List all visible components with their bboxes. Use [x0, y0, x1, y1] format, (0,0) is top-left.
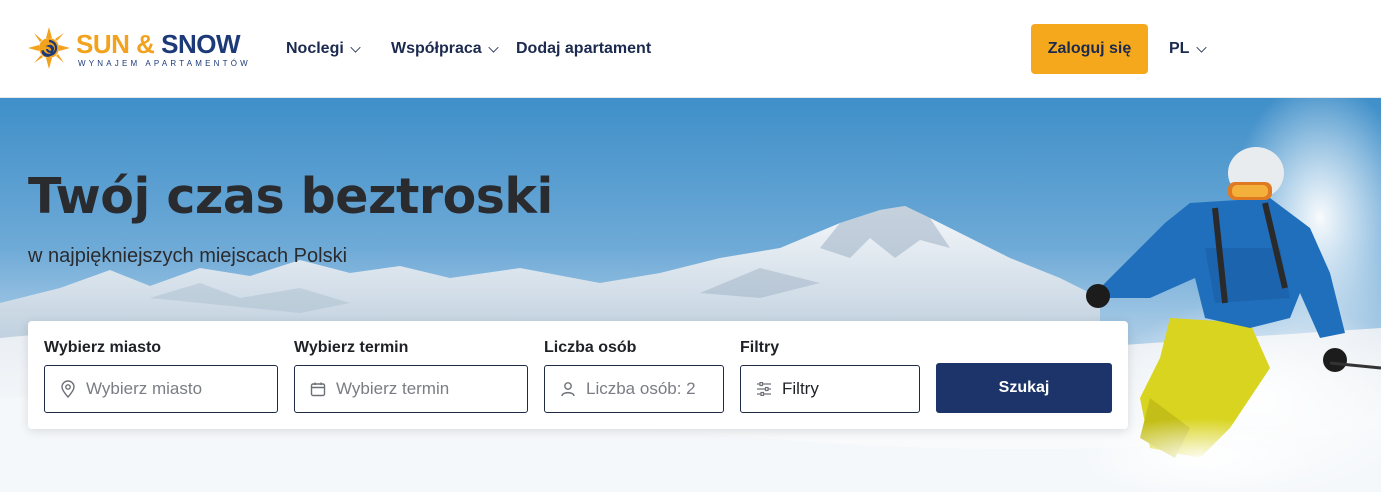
- city-input[interactable]: [86, 379, 256, 399]
- search-button[interactable]: Szukaj: [936, 363, 1112, 413]
- logo-tagline: WYNAJEM APARTAMENTÓW: [78, 59, 251, 68]
- chevron-down-icon: [488, 42, 499, 53]
- hero-banner: Twój czas beztroski w najpiękniejszych m…: [0, 98, 1381, 492]
- hero-title: Twój czas beztroski: [28, 168, 553, 225]
- search-panel: Wybierz miasto Wybierz termin Liczba osó…: [28, 321, 1128, 429]
- language-selector[interactable]: PL: [1169, 38, 1208, 60]
- filters-button[interactable]: Filtry: [740, 365, 920, 413]
- hero-background-image: [0, 98, 1381, 492]
- date-field[interactable]: [294, 365, 528, 413]
- nav-item-wspolpraca[interactable]: Współpraca: [391, 38, 499, 60]
- site-header: SUN & SNOW WYNAJEM APARTAMENTÓW Noclegi …: [0, 0, 1381, 98]
- logo-wordmark: SUN & SNOW: [76, 29, 241, 59]
- guests-field[interactable]: [544, 365, 724, 413]
- city-label: Wybierz miasto: [44, 339, 162, 356]
- date-label: Wybierz termin: [294, 339, 409, 356]
- filters-value: Filtry: [782, 379, 819, 398]
- guests-input[interactable]: [586, 379, 706, 399]
- person-icon: [559, 380, 577, 398]
- city-field[interactable]: [44, 365, 278, 413]
- nav-item-dodaj-apartament[interactable]: Dodaj apartament: [516, 38, 651, 60]
- logo[interactable]: SUN & SNOW WYNAJEM APARTAMENTÓW: [28, 27, 258, 71]
- chevron-down-icon: [1196, 42, 1208, 53]
- nav-item-noclegi[interactable]: Noclegi: [286, 38, 361, 60]
- hero-subtitle: w najpiękniejszych miejscach Polski: [28, 245, 348, 267]
- chevron-down-icon: [350, 42, 361, 53]
- location-pin-icon: [59, 380, 77, 398]
- filters-label: Filtry: [740, 339, 780, 356]
- calendar-icon: [309, 380, 327, 398]
- sun-logo-icon: [28, 27, 70, 69]
- login-button[interactable]: Zaloguj się: [1031, 24, 1148, 74]
- date-input[interactable]: [336, 379, 506, 399]
- sliders-icon: [755, 380, 773, 398]
- guests-label: Liczba osób: [544, 339, 637, 356]
